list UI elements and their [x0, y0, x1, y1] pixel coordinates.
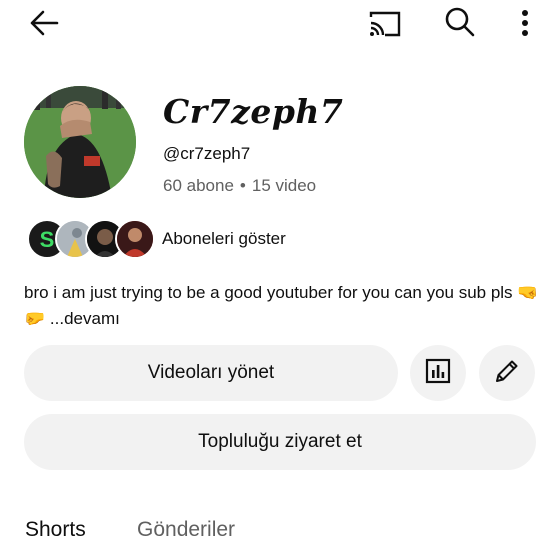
show-subscribers-link[interactable]: Aboneleri göster — [162, 229, 286, 249]
channel-handle: @cr7zeph7 — [163, 144, 251, 163]
manage-videos-button[interactable]: Videoları yönet — [24, 345, 398, 401]
visit-community-label: Topluluğu ziyaret et — [198, 431, 362, 452]
subscriber-count: 60 abone — [163, 176, 234, 195]
channel-name: Cr7zeph7 — [163, 92, 344, 131]
cast-button[interactable] — [366, 8, 404, 42]
subscriber-avatars[interactable]: S — [27, 219, 155, 259]
more-vertical-icon — [521, 9, 529, 42]
edit-channel-button[interactable] — [479, 345, 535, 401]
svg-text:S: S — [40, 227, 55, 252]
channel-description[interactable]: bro i am just trying to be a good youtub… — [24, 280, 539, 332]
back-button[interactable] — [24, 8, 64, 42]
search-icon — [444, 6, 476, 43]
visit-community-button[interactable]: Topluluğu ziyaret et — [24, 414, 536, 470]
subscriber-avatar — [115, 219, 155, 259]
pencil-icon — [492, 356, 522, 391]
manage-videos-label: Videoları yönet — [147, 362, 275, 383]
search-button[interactable] — [442, 6, 478, 42]
video-count: 15 video — [251, 176, 317, 195]
separator-dot: • — [239, 176, 246, 195]
tab-shorts[interactable]: Shorts — [25, 518, 86, 542]
channel-avatar[interactable] — [24, 86, 136, 198]
channel-stats: 60 abone • 15 video — [163, 176, 316, 196]
description-text: bro i am just trying to be a good youtub… — [24, 283, 513, 302]
read-more-link[interactable]: ...devamı — [50, 309, 120, 328]
analytics-button[interactable] — [410, 345, 466, 401]
tab-posts[interactable]: Gönderiler — [137, 518, 235, 542]
arrow-left-icon — [28, 9, 60, 42]
cast-icon — [368, 9, 402, 42]
bar-chart-icon — [424, 357, 452, 390]
more-options-button[interactable] — [512, 8, 538, 42]
